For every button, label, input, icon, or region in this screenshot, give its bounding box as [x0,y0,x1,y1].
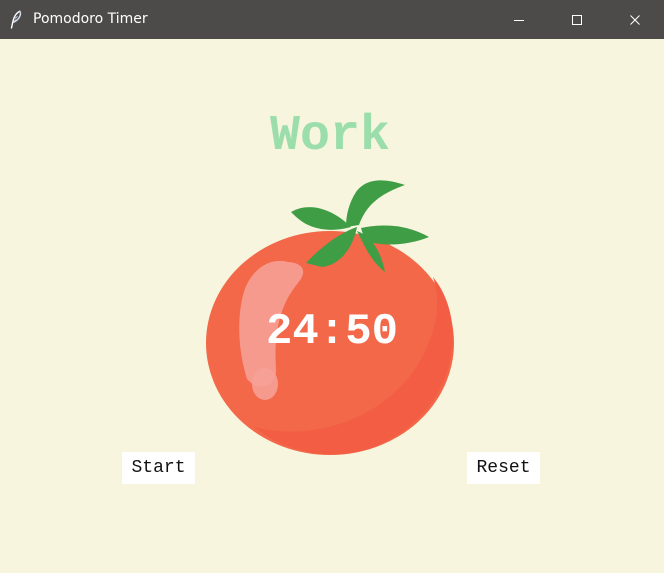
mode-label: Work [269,108,391,165]
maximize-button[interactable] [548,0,606,39]
close-icon [630,14,640,25]
maximize-icon [572,14,582,25]
timer-content: Work 24:50 Start Reset [0,39,664,573]
close-button[interactable] [606,0,664,39]
window-title: Pomodoro Timer [33,11,148,27]
reset-button[interactable]: Reset [467,452,540,484]
title-bar[interactable]: Pomodoro Timer [0,0,664,39]
minimize-button[interactable] [490,0,548,39]
start-button[interactable]: Start [122,452,195,484]
feather-icon [10,10,22,29]
pomodoro-window: Pomodoro Timer Work 24:50 Start Reset [0,0,664,573]
timer-display: 24:50 [265,307,399,357]
minimize-icon [514,19,524,21]
